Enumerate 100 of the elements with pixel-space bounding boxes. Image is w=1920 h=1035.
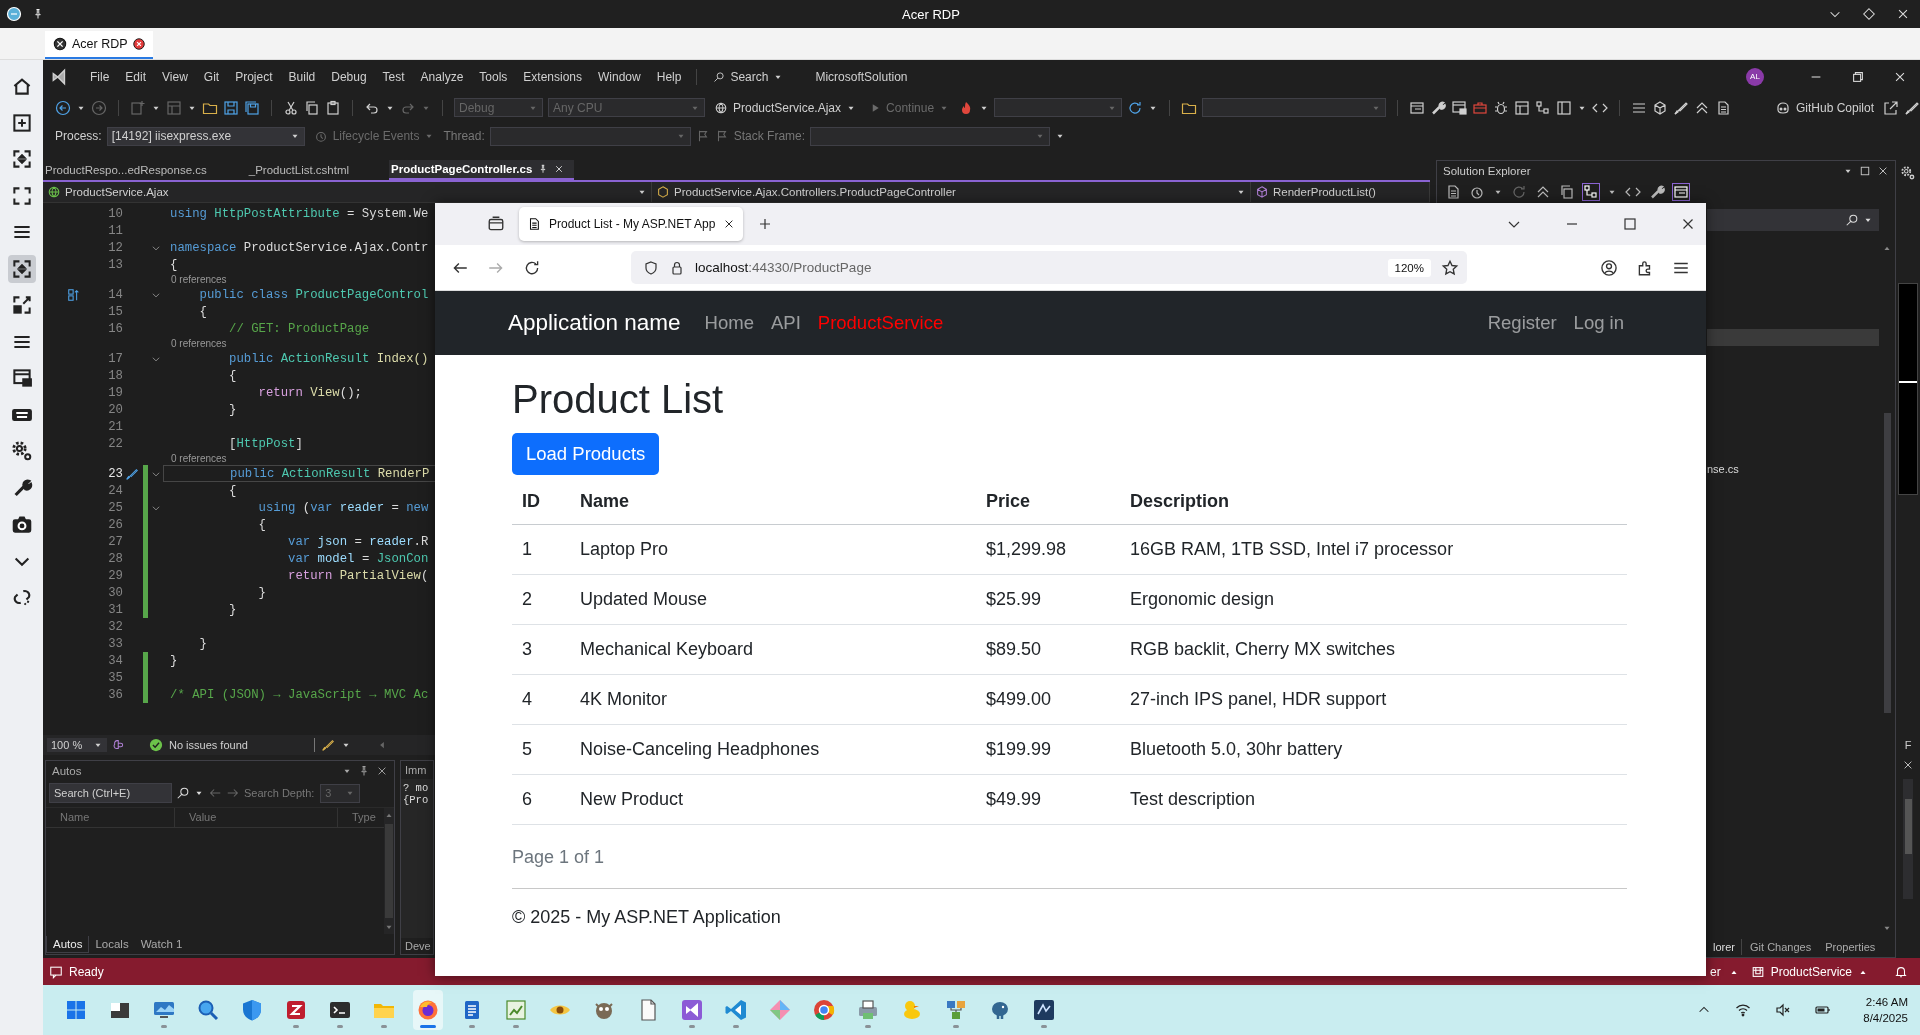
menu-item[interactable]: Analyze xyxy=(413,66,471,87)
panel-tab[interactable]: Watch 1 xyxy=(134,936,189,952)
menu-item[interactable]: Edit xyxy=(118,66,154,87)
line-number: 36 xyxy=(107,687,123,702)
code-line: [HttpPost] xyxy=(228,436,303,451)
solution-name: MicrosoftSolution xyxy=(815,69,908,84)
column-header[interactable]: Name xyxy=(46,808,175,827)
line-number: 12 xyxy=(107,240,123,255)
panel-tab[interactable]: Git Changes xyxy=(1744,939,1818,955)
output-line: {Pro xyxy=(403,794,430,806)
menu-item[interactable]: View xyxy=(155,66,195,87)
menu-item[interactable]: File xyxy=(83,66,117,87)
table-cell-text: $25.99 xyxy=(985,589,1043,610)
zoom-level[interactable]: 120% xyxy=(1387,258,1431,277)
table-cell-text: $199.99 xyxy=(985,739,1053,760)
address-bar[interactable]: localhost:44330/ProductPage 120% xyxy=(631,251,1467,284)
line-number: 23 xyxy=(107,466,123,481)
menu-item[interactable]: Tools xyxy=(472,66,515,87)
code-line: using HttpPostAttribute = System.We xyxy=(170,206,429,221)
tree-item[interactable]: nse.cs xyxy=(1707,463,1879,475)
line-number: 14 xyxy=(107,287,123,302)
column-header[interactable]: Value xyxy=(175,808,338,827)
code-line: { xyxy=(170,257,178,272)
type-dropdown[interactable]: ProductService.Ajax.Controllers.ProductPageController xyxy=(652,182,1251,202)
code-line: using (var reader = new xyxy=(257,500,429,515)
line-number: 22 xyxy=(107,436,123,451)
table-cell-text: Bluetooth 5.0, 30hr battery xyxy=(1129,739,1344,760)
process-dropdown[interactable]: [14192] iisexpress.exe xyxy=(106,126,305,146)
column-header[interactable]: Type xyxy=(338,808,384,827)
load-products-button[interactable]: Load Products xyxy=(512,433,660,475)
code-line: public class ProductPageControl xyxy=(198,287,429,302)
menu-item[interactable]: Window xyxy=(591,66,648,87)
table-cell-text: Mechanical Keyboard xyxy=(579,639,755,660)
document-tab[interactable]: ProductPageController.cs xyxy=(389,160,575,180)
table-cell-text: Test description xyxy=(1129,789,1257,810)
nav-link[interactable]: ProductService xyxy=(817,312,944,334)
nav-link[interactable]: API xyxy=(770,312,801,334)
panel-letter: F xyxy=(1904,739,1912,751)
output-line: ? mo xyxy=(403,782,430,794)
line-number: 33 xyxy=(107,636,123,651)
code-line: // GET: ProductPage xyxy=(228,321,370,336)
code-line: public ActionResult Index() xyxy=(228,351,429,366)
menu-item[interactable]: Test xyxy=(375,66,412,87)
menu-item[interactable]: Help xyxy=(649,66,689,87)
menu-item[interactable]: Debug xyxy=(324,66,374,87)
document-tab[interactable]: _ProductList.cshtml xyxy=(246,160,360,180)
reference-count[interactable]: 0 references xyxy=(171,338,227,349)
reference-count[interactable]: 0 references xyxy=(171,453,227,464)
reference-count[interactable]: 0 references xyxy=(171,274,227,285)
project-dropdown[interactable]: ProductService.Ajax xyxy=(43,182,652,202)
line-number: 16 xyxy=(107,321,123,336)
line-number: 19 xyxy=(107,385,123,400)
menu-item[interactable]: Extensions xyxy=(516,66,590,87)
connection-tab[interactable]: Acer RDP xyxy=(45,31,153,59)
line-number: 24 xyxy=(107,483,123,498)
browser-tab[interactable]: Product List - My ASP.NET App xyxy=(519,207,744,241)
nav-link[interactable]: Home xyxy=(704,312,754,334)
member-dropdown[interactable]: RenderProductList() xyxy=(1251,182,1430,202)
table-cell-text: Laptop Pro xyxy=(579,539,670,560)
panel-tab[interactable]: Autos xyxy=(46,935,90,953)
document-tab[interactable]: ProductRespo...edResponse.cs xyxy=(43,160,217,180)
code-line: { xyxy=(228,368,237,383)
line-number: 30 xyxy=(107,585,123,600)
brand-link[interactable]: Application name xyxy=(508,310,681,336)
menu-item[interactable]: Project xyxy=(228,66,280,87)
panel-title: Autos xyxy=(52,765,82,777)
startup-project-button[interactable]: ProductService.Ajax xyxy=(710,98,861,117)
search-field[interactable]: Search (Ctrl+E) xyxy=(49,783,172,803)
table-cell-text: $49.99 xyxy=(985,789,1043,810)
clock-time[interactable]: 2:46 AM xyxy=(1865,994,1908,1010)
panel-tab[interactable]: Properties xyxy=(1819,939,1882,955)
clock-date[interactable]: 8/4/2025 xyxy=(1863,1010,1908,1026)
code-line: { xyxy=(228,483,237,498)
status-item[interactable]: er xyxy=(1709,964,1721,979)
table-cell-text: New Product xyxy=(579,789,685,810)
menu-item[interactable]: Build xyxy=(281,66,323,87)
table-cell-text: 4 xyxy=(521,689,533,710)
nav-link[interactable]: Log in xyxy=(1573,312,1624,334)
account-avatar[interactable]: AL xyxy=(1746,67,1764,86)
table-cell-text: Ergonomic design xyxy=(1129,589,1276,610)
issues-status[interactable]: No issues found xyxy=(169,739,248,751)
panel-title: Imm xyxy=(404,763,428,778)
table-cell-text: 6 xyxy=(521,789,533,810)
line-number: 15 xyxy=(107,304,123,319)
panel-tab[interactable]: Deve xyxy=(401,938,433,954)
code-line: return View(); xyxy=(257,385,362,400)
panel-tab[interactable]: lorer xyxy=(1707,939,1742,955)
copilot-button[interactable]: GitHub Copilot xyxy=(1770,97,1878,118)
code-line: { xyxy=(198,304,207,319)
column-header: Price xyxy=(985,490,1032,512)
table-cell-text: 1 xyxy=(521,539,533,560)
code-line: var json = reader.R xyxy=(287,534,429,549)
branch-name[interactable]: ProductService xyxy=(1770,964,1852,979)
zoom-dropdown[interactable]: 100 % xyxy=(47,738,107,752)
search-button[interactable]: Search xyxy=(705,66,792,87)
nav-link[interactable]: Register xyxy=(1487,312,1557,334)
table-cell-text: Noise-Canceling Headphones xyxy=(579,739,821,760)
page-heading: Product List xyxy=(512,376,725,423)
panel-tab[interactable]: Locals xyxy=(89,936,135,952)
menu-item[interactable]: Git xyxy=(196,66,227,87)
